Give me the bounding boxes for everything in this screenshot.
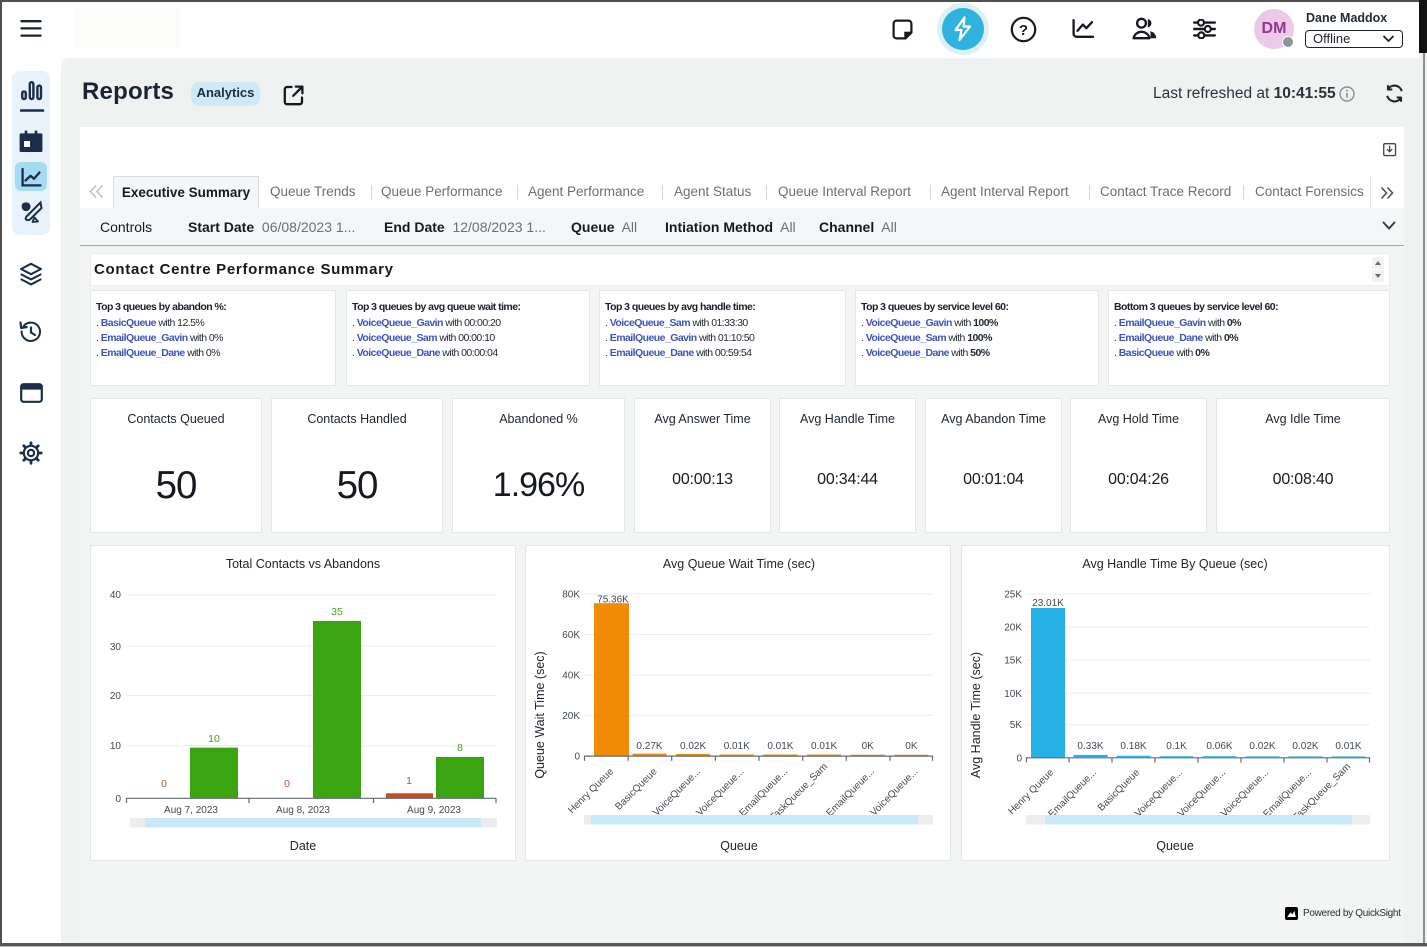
- svg-text:20K: 20K: [1004, 623, 1022, 634]
- svg-text:0.18K: 0.18K: [1120, 741, 1146, 752]
- svg-text:BasicQueue: BasicQueue: [613, 766, 660, 813]
- svg-text:10K: 10K: [1004, 689, 1022, 700]
- svg-text:75.36K: 75.36K: [597, 595, 629, 606]
- svg-text:60K: 60K: [562, 630, 580, 641]
- svg-text:10: 10: [110, 741, 122, 752]
- svg-text:5K: 5K: [1010, 720, 1023, 731]
- svg-text:Aug 7, 2023: Aug 7, 2023: [164, 805, 218, 816]
- svg-text:Aug 8, 2023: Aug 8, 2023: [276, 805, 330, 816]
- svg-text:0.01K: 0.01K: [811, 741, 837, 752]
- svg-text:0K: 0K: [905, 741, 918, 752]
- svg-text:15K: 15K: [1004, 656, 1022, 667]
- svg-text:Queue Wait Time (sec): Queue Wait Time (sec): [533, 651, 547, 778]
- svg-text:25K: 25K: [1004, 590, 1022, 601]
- svg-text:0.01K: 0.01K: [767, 741, 793, 752]
- svg-text:8: 8: [457, 742, 463, 754]
- svg-text:Queue: Queue: [1156, 839, 1194, 853]
- svg-text:0.1K: 0.1K: [1166, 741, 1187, 752]
- svg-text:20: 20: [110, 691, 122, 702]
- svg-text:80K: 80K: [562, 590, 580, 601]
- svg-text:Date: Date: [290, 839, 316, 853]
- svg-text:0.01K: 0.01K: [1335, 741, 1361, 752]
- svg-text:Aug 9, 2023: Aug 9, 2023: [407, 805, 461, 816]
- svg-text:0: 0: [115, 794, 121, 805]
- svg-text:Total Contacts vs Abandons: Total Contacts vs Abandons: [226, 557, 380, 571]
- svg-text:10: 10: [208, 733, 220, 745]
- svg-text:40K: 40K: [562, 671, 580, 682]
- svg-text:Avg Queue Wait Time (sec): Avg Queue Wait Time (sec): [663, 557, 815, 571]
- svg-text:Avg Handle Time By Queue (sec): Avg Handle Time By Queue (sec): [1082, 557, 1267, 571]
- svg-text:0.06K: 0.06K: [1206, 741, 1232, 752]
- svg-text:0.02K: 0.02K: [1249, 741, 1275, 752]
- svg-text:TaskQueue_Sam: TaskQueue_Sam: [1291, 761, 1353, 823]
- svg-text:0.02K: 0.02K: [680, 741, 706, 752]
- svg-text:20K: 20K: [562, 711, 580, 722]
- svg-text:30: 30: [110, 642, 122, 653]
- svg-text:0: 0: [574, 752, 580, 763]
- svg-text:0.01K: 0.01K: [724, 741, 750, 752]
- svg-text:0K: 0K: [862, 741, 875, 752]
- svg-text:?: ?: [1019, 22, 1028, 39]
- svg-text:0.27K: 0.27K: [636, 741, 662, 752]
- svg-text:0.33K: 0.33K: [1077, 741, 1103, 752]
- svg-text:BasicQueue: BasicQueue: [1096, 767, 1143, 814]
- svg-text:35: 35: [331, 606, 343, 618]
- svg-text:0: 0: [1016, 753, 1022, 764]
- svg-text:Queue: Queue: [720, 839, 758, 853]
- svg-text:1: 1: [406, 775, 412, 787]
- svg-text:0: 0: [284, 778, 290, 790]
- svg-text:0.02K: 0.02K: [1292, 741, 1318, 752]
- svg-text:23.01K: 23.01K: [1032, 598, 1064, 609]
- svg-text:Henry Queue: Henry Queue: [566, 766, 616, 816]
- svg-text:40: 40: [110, 590, 122, 601]
- svg-text:Avg Handle Time (sec): Avg Handle Time (sec): [969, 652, 983, 778]
- svg-text:0: 0: [161, 778, 167, 790]
